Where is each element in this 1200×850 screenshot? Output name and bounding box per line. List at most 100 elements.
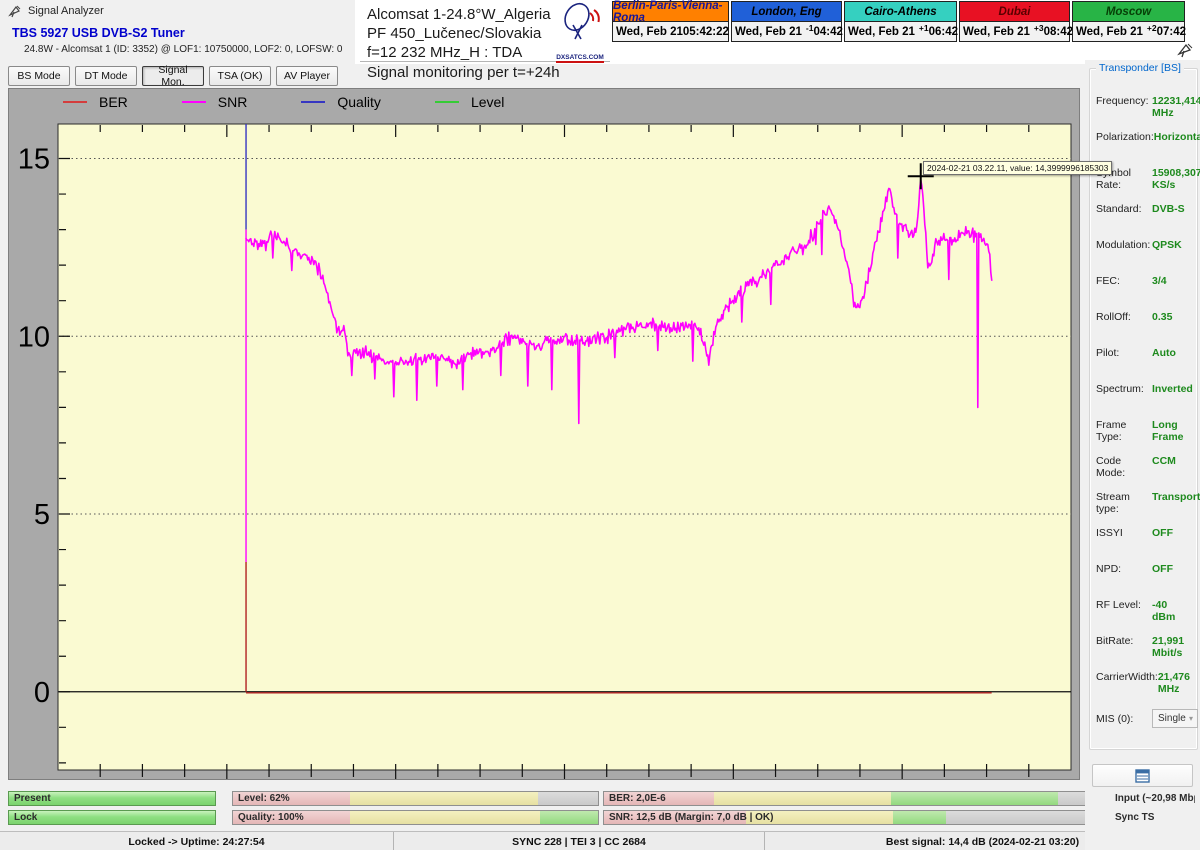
statusbar-sync: SYNC 228 | TEI 3 | CC 2684 bbox=[394, 832, 765, 850]
window-title: Signal Analyzer bbox=[28, 5, 104, 17]
legend-swatch bbox=[63, 101, 87, 103]
y-axis-label: 15 bbox=[18, 143, 50, 175]
tuner-name: TBS 5927 USB DVB-S2 Tuner bbox=[12, 26, 185, 40]
chart-panel: BERSNRQualityLevel 051015 2024-02-21 03.… bbox=[8, 88, 1080, 780]
y-axis-label: 10 bbox=[18, 321, 50, 353]
clock-city: Cairo-Athens bbox=[844, 1, 957, 22]
satellite-line3: f=12 232 MHz_H : TDA bbox=[367, 43, 551, 62]
clock-date: Wed, Feb 21 bbox=[735, 26, 802, 38]
dxsatcs-logo: DXSATCS.COM bbox=[553, 1, 607, 57]
lock-label: Lock bbox=[14, 812, 37, 823]
transponder-row-carrierwidth-: CarrierWidth:21,476 MHz bbox=[1096, 671, 1193, 695]
legend-swatch bbox=[435, 101, 459, 103]
legend-label: Level bbox=[471, 94, 504, 110]
quality-bar: Quality: 100% bbox=[232, 810, 599, 825]
tab-bs-mode[interactable]: BS Mode bbox=[8, 66, 70, 86]
quality-label: Quality: 100% bbox=[238, 812, 304, 823]
clock-date: Wed, Feb 21 bbox=[848, 26, 915, 38]
transponder-row-bitrate-: BitRate:21,991 Mbit/s bbox=[1096, 635, 1193, 659]
plot-area[interactable] bbox=[58, 124, 1071, 770]
app-dish-icon bbox=[8, 4, 22, 18]
world-clocks: Berlin-Paris-Vienna-Roma Wed, Feb 2105:4… bbox=[612, 1, 1185, 42]
clock-time: 07:42 bbox=[1157, 26, 1186, 38]
legend-label: Quality bbox=[337, 94, 381, 110]
monitoring-caption: Signal monitoring per t=+24h bbox=[367, 64, 560, 81]
dxsatcs-logo-text: DXSATCS.COM bbox=[556, 54, 604, 63]
chevron-down-icon: ▾ bbox=[1189, 714, 1193, 723]
tuner-details: 24.8W - Alcomsat 1 (ID: 3352) @ LOF1: 10… bbox=[24, 44, 342, 55]
transponder-row-stream-type-: Stream type:Transport bbox=[1096, 491, 1193, 515]
satellite-info: Alcomsat 1-24.8°W_Algeria PF 450_Lučenec… bbox=[367, 5, 551, 62]
clock-cairo-athens: Cairo-Athens Wed, Feb 21 +106:42 bbox=[844, 1, 957, 42]
transponder-row-npd-: NPD:OFF bbox=[1096, 563, 1193, 575]
ber-bar: BER: 2,0E-6 bbox=[603, 791, 1104, 806]
satellite-line1: Alcomsat 1-24.8°W_Algeria bbox=[367, 5, 551, 24]
clock-city: Berlin-Paris-Vienna-Roma bbox=[612, 1, 729, 22]
clock-time: 06:42 bbox=[929, 26, 958, 38]
transponder-row-polarization-: Polarization:Horizontal bbox=[1096, 131, 1193, 143]
export-button[interactable] bbox=[1092, 764, 1193, 787]
clock-utc-offset: +3 bbox=[1034, 23, 1044, 33]
legend-item-level: Level bbox=[381, 94, 504, 110]
statusbar-uptime: Locked -> Uptime: 24:27:54 bbox=[0, 832, 394, 850]
tab-av-player[interactable]: AV Player bbox=[276, 66, 338, 86]
statusbar: Locked -> Uptime: 24:27:54 SYNC 228 | TE… bbox=[0, 831, 1200, 850]
transponder-row-frequency-: Frequency:12231,414 MHz bbox=[1096, 95, 1193, 119]
clock-city: Dubai bbox=[959, 1, 1070, 22]
snr-bar: SNR: 12,5 dB (Margin: 7,0 dB | OK) bbox=[603, 810, 1104, 825]
clock-date: Wed, Feb 21 bbox=[963, 26, 1030, 38]
mis-dropdown[interactable]: Single▾ bbox=[1152, 709, 1198, 728]
clock-date: Wed, Feb 21 bbox=[616, 26, 683, 38]
clock-utc-offset: -1 bbox=[806, 23, 814, 33]
transponder-row-pilot-: Pilot:Auto bbox=[1096, 347, 1193, 359]
clock-date: Wed, Feb 21 bbox=[1076, 26, 1143, 38]
snr-label: SNR: 12,5 dB (Margin: 7,0 dB | OK) bbox=[609, 812, 773, 823]
level-bar: Level: 62% bbox=[232, 791, 599, 806]
satellite-line2: PF 450_Lučenec/Slovakia bbox=[367, 24, 551, 43]
chart-tooltip: 2024-02-21 03.22.11, value: 14,399999618… bbox=[923, 161, 1112, 175]
clock-time: 05:42:22 bbox=[683, 26, 729, 38]
input-indicator: Input (~20,98 Mbps) bbox=[1109, 791, 1196, 806]
legend-swatch bbox=[301, 101, 325, 103]
clock-moscow: Moscow Wed, Feb 21 +207:42 bbox=[1072, 1, 1185, 42]
legend-label: BER bbox=[99, 94, 128, 110]
transponder-row-frame-type-: Frame Type:Long Frame bbox=[1096, 419, 1193, 443]
y-axis-label: 5 bbox=[34, 499, 50, 531]
sidebar: Transponder [BS] Frequency:12231,414 MHz… bbox=[1085, 60, 1200, 850]
signal-monitoring-plot[interactable]: 0 5 10 15 bbox=[9, 115, 1079, 779]
legend-swatch bbox=[182, 101, 206, 103]
tab-dt-mode[interactable]: DT Mode bbox=[75, 66, 137, 86]
sync-ts-label: Sync TS bbox=[1115, 812, 1154, 823]
legend-label: SNR bbox=[218, 94, 248, 110]
clock-city: London, Eng bbox=[731, 1, 842, 22]
ber-label: BER: 2,0E-6 bbox=[609, 793, 666, 804]
transponder-row-rolloff-: RollOff:0.35 bbox=[1096, 311, 1193, 323]
clock-utc-offset: +1 bbox=[919, 23, 929, 33]
titlebar: Signal Analyzer bbox=[8, 4, 104, 18]
transponder-row-spectrum-: Spectrum:Inverted bbox=[1096, 383, 1193, 395]
legend-item-snr: SNR bbox=[128, 94, 248, 110]
transponder-row-fec-: FEC:3/4 bbox=[1096, 275, 1193, 287]
transponder-row-issyi: ISSYIOFF bbox=[1096, 527, 1193, 539]
present-label: Present bbox=[14, 793, 51, 804]
mis-row: MIS (0): Single▾ bbox=[1096, 713, 1193, 725]
mode-tabs: BS ModeDT ModeSignal Mon.TSA (OK)AV Play… bbox=[8, 66, 338, 86]
tab-tsa-ok-[interactable]: TSA (OK) bbox=[209, 66, 271, 86]
clock-berlin-paris-vienna-roma: Berlin-Paris-Vienna-Roma Wed, Feb 2105:4… bbox=[612, 1, 729, 42]
dxsatcs-dish-icon bbox=[557, 1, 603, 41]
legend-item-quality: Quality bbox=[247, 94, 381, 110]
present-indicator: Present bbox=[8, 791, 216, 806]
clock-london-eng: London, Eng Wed, Feb 21-104:42:22 bbox=[731, 1, 842, 42]
transponder-group-title: Transponder [BS] bbox=[1096, 62, 1184, 74]
y-axis-label: 0 bbox=[34, 677, 50, 709]
clock-time: 08:42 bbox=[1044, 26, 1073, 38]
level-label: Level: 62% bbox=[238, 793, 290, 804]
clock-utc-offset: +2 bbox=[1147, 23, 1157, 33]
lock-indicator: Lock bbox=[8, 810, 216, 825]
transponder-row-code-mode-: Code Mode:CCM bbox=[1096, 455, 1193, 479]
chart-legend: BER SNR Quality Level bbox=[9, 89, 1079, 115]
clock-city: Moscow bbox=[1072, 1, 1185, 22]
signal-analyzer-window: Signal Analyzer TBS 5927 USB DVB-S2 Tune… bbox=[0, 0, 1200, 850]
tab-signal-mon-[interactable]: Signal Mon. bbox=[142, 66, 204, 86]
table-icon bbox=[1135, 769, 1150, 783]
